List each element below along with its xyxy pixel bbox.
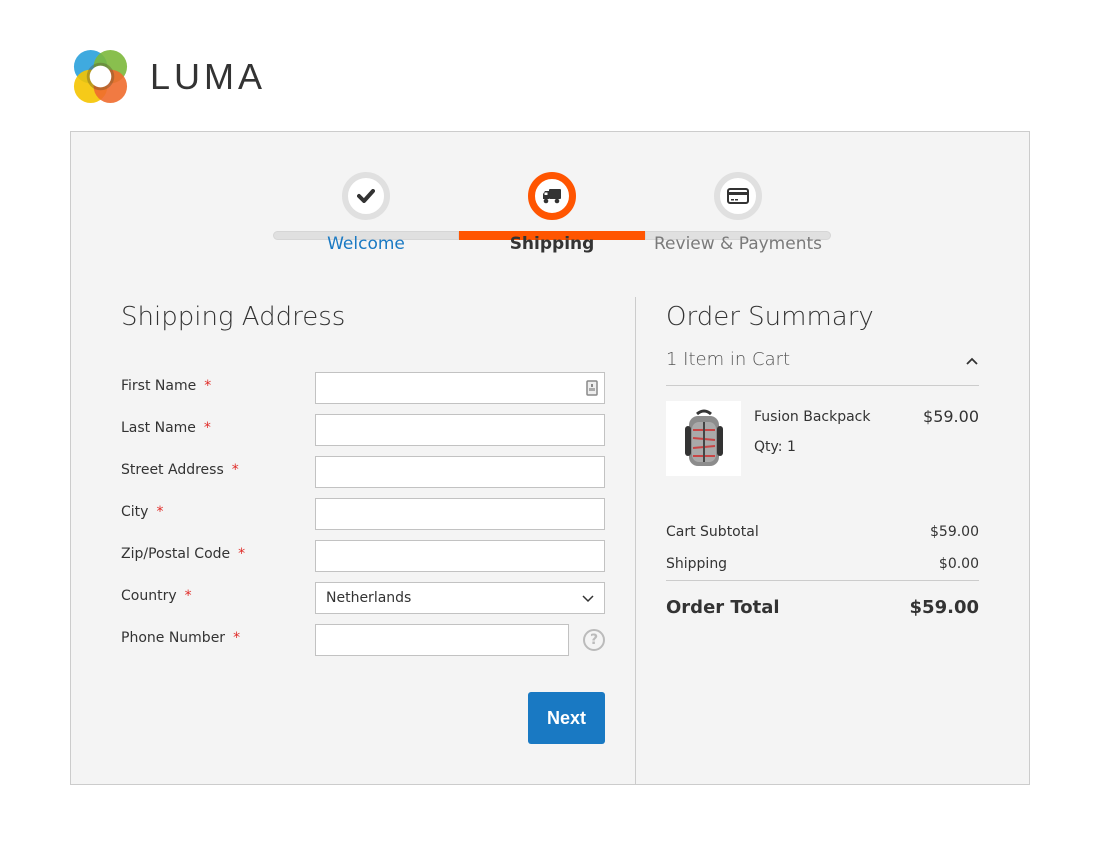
- first-name-input[interactable]: [315, 372, 605, 404]
- brand-name: LUMA: [150, 55, 267, 97]
- zip-postal-code-input[interactable]: [315, 540, 605, 572]
- progress-step-label: Review & Payments: [654, 234, 822, 254]
- checkmark-icon: [357, 189, 375, 203]
- street-address-input[interactable]: [315, 456, 605, 488]
- city-label: City: [121, 504, 149, 520]
- luma-logo-icon: [73, 49, 128, 104]
- order-summary-section: Order Summary 1 Item in Cart Fusion Back…: [666, 297, 979, 618]
- phone-number-field: Phone Number * ?: [121, 624, 605, 656]
- cart-item: Fusion Backpack Qty: 1 $59.00: [666, 401, 979, 477]
- required-asterisk: *: [184, 588, 192, 604]
- checkout-panel: Welcome Shipping Review & Payments Shipp…: [70, 131, 1030, 785]
- items-in-cart-label: 1 Item in Cart: [666, 349, 791, 370]
- required-asterisk: *: [233, 630, 241, 646]
- progress-step-label: Shipping: [509, 234, 595, 254]
- column-divider: [635, 297, 636, 785]
- items-in-cart-toggle[interactable]: 1 Item in Cart: [666, 349, 979, 386]
- required-asterisk: *: [204, 378, 212, 394]
- progress-step-label[interactable]: Welcome: [273, 234, 459, 254]
- cart-subtotal-label: Cart Subtotal: [666, 524, 759, 540]
- luma-logo[interactable]: LUMA: [71, 47, 266, 106]
- zip-postal-code-label: Zip/Postal Code: [121, 546, 231, 562]
- country-select[interactable]: Netherlands: [315, 582, 605, 614]
- zip-postal-code-field: Zip/Postal Code *: [121, 540, 605, 572]
- country-label: Country: [121, 588, 177, 604]
- shipping-label: Shipping: [666, 556, 728, 572]
- first-name-field: First Name *: [121, 372, 605, 404]
- first-name-label: First Name: [121, 378, 197, 394]
- truck-icon: [543, 189, 561, 204]
- order-total-row: Order Total $59.00: [666, 597, 979, 618]
- autofill-contact-icon[interactable]: [586, 380, 598, 396]
- last-name-input[interactable]: [315, 414, 605, 446]
- checkout-progress-bar: Welcome Shipping Review & Payments: [273, 172, 831, 272]
- required-asterisk: *: [238, 546, 246, 562]
- help-question-icon[interactable]: ?: [583, 629, 605, 651]
- chevron-down-icon: [582, 595, 594, 603]
- shipping-address-title: Shipping Address: [121, 302, 346, 332]
- order-total-amount: $59.00: [909, 597, 979, 618]
- required-asterisk: *: [203, 420, 211, 436]
- cart-subtotal-amount: $59.00: [930, 524, 979, 540]
- order-total-label: Order Total: [666, 597, 780, 618]
- order-summary-title: Order Summary: [666, 302, 874, 332]
- city-field: City *: [121, 498, 605, 530]
- product-image: [666, 401, 741, 476]
- chevron-up-icon: [966, 357, 978, 365]
- street-address-label: Street Address: [121, 462, 224, 478]
- product-qty: Qty: 1: [754, 439, 796, 455]
- city-input[interactable]: [315, 498, 605, 530]
- last-name-label: Last Name: [121, 420, 196, 436]
- phone-number-label: Phone Number: [121, 630, 226, 646]
- last-name-field: Last Name *: [121, 414, 605, 446]
- street-address-field: Street Address *: [121, 456, 605, 488]
- product-price: $59.00: [923, 407, 979, 426]
- phone-number-input[interactable]: [315, 624, 569, 656]
- product-name: Fusion Backpack: [754, 409, 871, 425]
- shipping-address-section: Shipping Address First Name * Last Name * …: [121, 297, 605, 744]
- required-asterisk: *: [156, 504, 164, 520]
- country-selected-value: Netherlands: [326, 590, 412, 606]
- backpack-image: [684, 409, 723, 466]
- shipping-row: Shipping $0.00: [666, 556, 979, 572]
- country-field: Country * Netherlands: [121, 582, 605, 614]
- totals-divider: [666, 580, 979, 581]
- required-asterisk: *: [231, 462, 239, 478]
- cart-subtotal-row: Cart Subtotal $59.00: [666, 524, 979, 540]
- next-button[interactable]: Next: [528, 692, 605, 744]
- credit-card-icon: [727, 188, 749, 204]
- shipping-amount: $0.00: [938, 556, 979, 572]
